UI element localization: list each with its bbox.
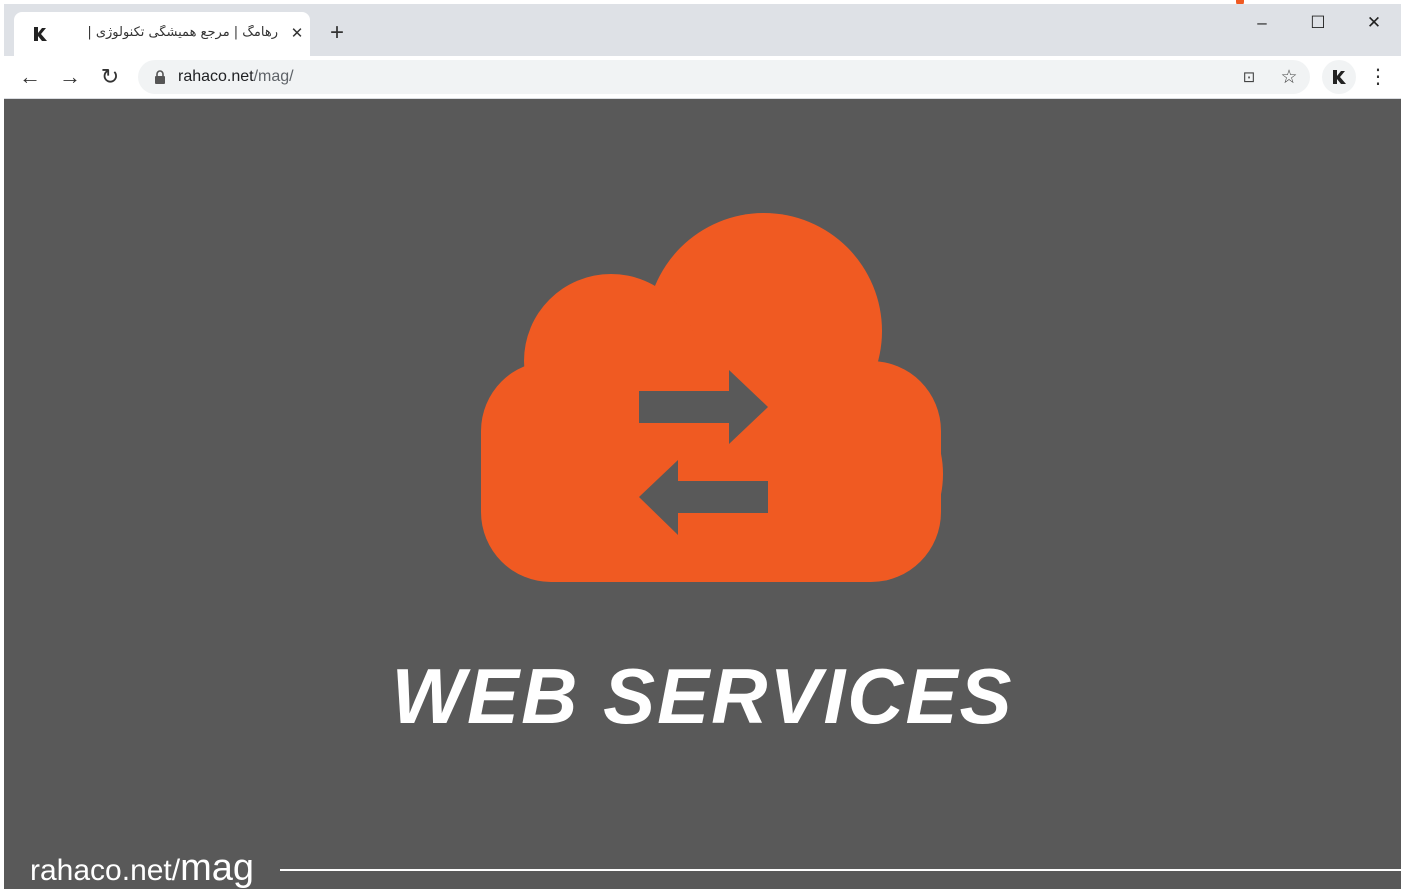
minimize-button[interactable]: –: [1242, 10, 1282, 36]
footer-divider: [280, 869, 1401, 871]
footer-site: rahaco.net/: [30, 854, 181, 887]
footer-site-label: rahaco.net/mag: [30, 847, 254, 890]
browser-toolbar: ← → ↻ rahaco.net/mag/ ⊡ ☆ ⋮: [4, 56, 1401, 99]
rahaco-extension-icon: [1333, 70, 1346, 84]
lock-icon[interactable]: [154, 70, 166, 84]
new-tab-button[interactable]: +: [324, 20, 350, 46]
back-button[interactable]: ←: [16, 64, 44, 90]
translate-icon[interactable]: ⊡: [1238, 67, 1260, 89]
maximize-button[interactable]: ☐: [1298, 10, 1338, 36]
page-title: WEB SERVICES: [391, 652, 1014, 740]
tab-title: رهامگ | مرجع همیشگی تکنولوژی |: [87, 25, 278, 40]
footer-section: mag: [180, 847, 255, 889]
url-text[interactable]: rahaco.net/mag/: [178, 68, 294, 86]
bookmark-star-icon[interactable]: ☆: [1278, 67, 1300, 89]
rahaco-extension-button[interactable]: [1322, 60, 1356, 94]
url-path: /mag/: [253, 68, 294, 85]
tab-close-icon[interactable]: ✕: [288, 25, 306, 43]
rahaco-favicon-icon: [34, 27, 47, 41]
address-bar[interactable]: rahaco.net/mag/ ⊡ ☆: [138, 60, 1310, 94]
tab-strip: رهامگ | مرجع همیشگی تکنولوژی | ✕ + – ☐ ✕: [4, 4, 1401, 56]
page-viewport: WEB SERVICES rahaco.net/mag: [4, 99, 1401, 889]
cloud-sync-icon: [481, 213, 943, 582]
url-host: rahaco.net: [178, 68, 254, 85]
close-window-button[interactable]: ✕: [1354, 10, 1394, 36]
browser-tab[interactable]: رهامگ | مرجع همیشگی تکنولوژی | ✕: [14, 12, 310, 56]
forward-button[interactable]: →: [56, 64, 84, 90]
reload-button[interactable]: ↻: [96, 64, 124, 90]
menu-icon[interactable]: ⋮: [1366, 64, 1390, 90]
